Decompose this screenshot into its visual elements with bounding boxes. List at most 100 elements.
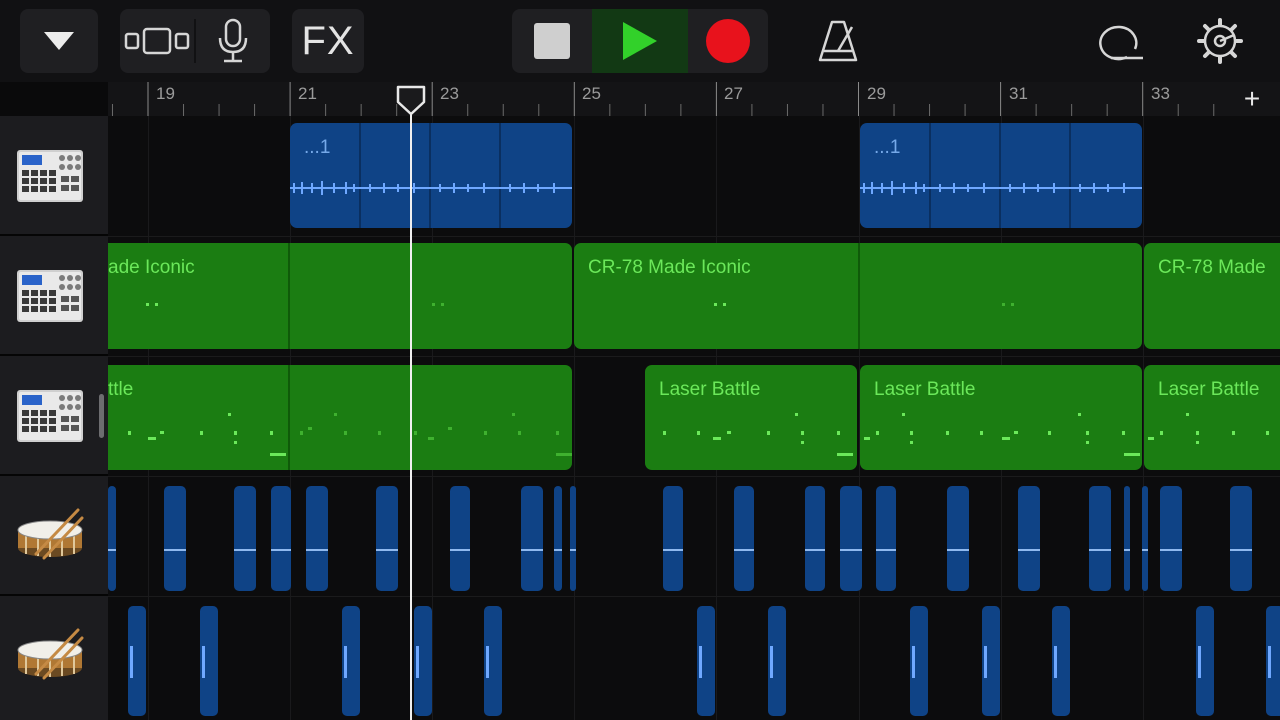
microphone-button[interactable] (196, 9, 270, 73)
add-label: + (1243, 83, 1261, 114)
stop-icon (534, 23, 570, 59)
snare-hit[interactable] (1124, 486, 1130, 591)
snare-hit[interactable] (554, 486, 562, 591)
snare-hit[interactable] (876, 486, 896, 591)
snare-hit[interactable] (450, 486, 470, 591)
hit-waveform (164, 549, 186, 551)
drum-machine-icon (17, 270, 83, 322)
snare-hit[interactable] (1196, 606, 1214, 716)
snare-hit[interactable] (306, 486, 328, 591)
bar-label: 31 (1009, 84, 1028, 103)
midi-region[interactable]: Laser Battle (1144, 365, 1280, 470)
toolbar: FX (0, 0, 1280, 82)
bar-label: 33 (1151, 84, 1170, 103)
snare-hit[interactable] (805, 486, 825, 591)
snare-hit[interactable] (840, 486, 862, 591)
snare-hit[interactable] (164, 486, 186, 591)
midi-region[interactable]: Laser Battle (860, 365, 1142, 470)
snare-hit[interactable] (1266, 606, 1280, 716)
hit-waveform (554, 549, 562, 551)
snare-hit[interactable] (1160, 486, 1182, 591)
fx-label: FX (301, 18, 355, 63)
midi-region[interactable]: ade Iconic (108, 243, 572, 349)
region-label: CR-78 Made Iconic (588, 257, 751, 278)
hit-waveform (130, 646, 133, 678)
drum-machine-icon (17, 150, 83, 202)
scroll-indicator[interactable] (99, 394, 104, 438)
snare-hit[interactable] (1142, 486, 1148, 591)
hit-waveform (570, 549, 576, 551)
chevron-down-icon (44, 32, 74, 50)
hit-waveform (770, 646, 773, 678)
hit-waveform (1198, 646, 1201, 678)
snare-hit[interactable] (663, 486, 683, 591)
hit-waveform (521, 549, 543, 551)
loop-browser-button[interactable] (1084, 9, 1160, 73)
snare-hit[interactable] (1052, 606, 1070, 716)
snare-hit[interactable] (484, 606, 502, 716)
snare-hit[interactable] (697, 606, 715, 716)
snare-hit[interactable] (982, 606, 1000, 716)
hit-waveform (1268, 646, 1271, 678)
track-lanes[interactable]: ...1 ...1 ade Iconic CR-78 Made Iconic C… (108, 116, 1280, 720)
track-header[interactable] (0, 596, 108, 720)
stop-button[interactable] (512, 9, 592, 73)
waveform (290, 123, 572, 228)
snare-hit[interactable] (234, 486, 256, 591)
snare-hit[interactable] (910, 606, 928, 716)
ruler-ticks (111, 82, 1215, 116)
snare-hit[interactable] (342, 606, 360, 716)
hit-waveform (1054, 646, 1057, 678)
tracks-view-button[interactable] (120, 9, 194, 73)
hit-waveform (1018, 549, 1040, 551)
record-button[interactable] (688, 9, 768, 73)
hit-waveform (805, 549, 825, 551)
midi-region[interactable]: CR-78 Made (1144, 243, 1280, 349)
track-header[interactable] (0, 476, 108, 596)
bar-label: 23 (440, 84, 459, 103)
settings-button[interactable] (1182, 9, 1258, 73)
note-pattern (128, 413, 572, 456)
fx-button[interactable]: FX (292, 9, 364, 73)
midi-region[interactable]: ttle (108, 365, 572, 470)
audio-region[interactable]: ...1 (290, 123, 572, 228)
snare-hit[interactable] (271, 486, 291, 591)
timeline-ruler[interactable]: 19 21 23 25 27 29 31 33 + (108, 82, 1280, 116)
playhead-handle-icon[interactable] (395, 84, 427, 116)
waveform (860, 123, 1142, 228)
record-icon (706, 19, 750, 63)
hit-waveform (486, 646, 489, 678)
midi-region[interactable]: Laser Battle (645, 365, 857, 470)
snare-hit[interactable] (376, 486, 398, 591)
snare-hit[interactable] (128, 606, 146, 716)
snare-hit[interactable] (521, 486, 543, 591)
snare-hit[interactable] (1018, 486, 1040, 591)
snare-hit[interactable] (414, 606, 432, 716)
track-header[interactable] (0, 116, 108, 236)
play-button[interactable] (592, 9, 688, 73)
track-lane[interactable] (108, 596, 1280, 720)
snare-hit[interactable] (200, 606, 218, 716)
hit-waveform (947, 549, 969, 551)
menu-button[interactable] (20, 9, 98, 73)
play-icon (623, 22, 657, 60)
snare-hit[interactable] (570, 486, 576, 591)
hit-waveform (1230, 549, 1252, 551)
track-header[interactable] (0, 236, 108, 356)
snare-hit[interactable] (1230, 486, 1252, 591)
metronome-button[interactable] (800, 9, 876, 73)
snare-hit[interactable] (108, 486, 116, 591)
snare-hit[interactable] (768, 606, 786, 716)
midi-region[interactable]: CR-78 Made Iconic (574, 243, 1142, 349)
snare-hit[interactable] (947, 486, 969, 591)
add-section-button[interactable]: + (1224, 82, 1280, 116)
track-header[interactable] (0, 356, 108, 476)
snare-hit[interactable] (734, 486, 754, 591)
audio-region[interactable]: ...1 (860, 123, 1142, 228)
playhead-line[interactable] (410, 100, 412, 720)
track-headers (0, 116, 108, 720)
snare-hit[interactable] (1089, 486, 1111, 591)
hit-waveform (734, 549, 754, 551)
hit-waveform (663, 549, 683, 551)
hit-waveform (1124, 549, 1130, 551)
